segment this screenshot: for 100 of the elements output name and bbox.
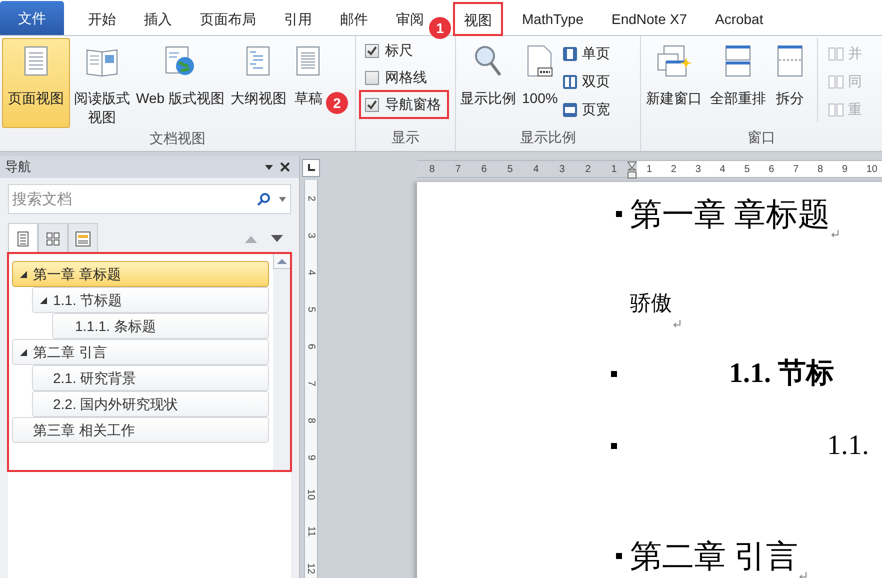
outline-item[interactable]: 第一章 章标题 <box>12 261 269 287</box>
view-tab[interactable] <box>38 223 68 253</box>
checkbox-label: 导航窗格 <box>385 95 441 114</box>
checkbox[interactable] <box>365 44 379 58</box>
outline-item[interactable]: 2.2. 国内外研究现状 <box>32 391 269 417</box>
zoom-button[interactable]: 100% <box>520 38 560 109</box>
outline-item[interactable]: 第三章 相关工作 <box>12 417 269 443</box>
ruler-number: 1 <box>646 162 652 176</box>
ruler-number: 9 <box>304 454 318 460</box>
expanded-triangle-icon <box>20 270 26 278</box>
ruler-number: 7 <box>304 380 318 386</box>
bullet-marker <box>611 443 617 449</box>
ribbon-tab[interactable]: 文件 <box>0 1 64 35</box>
ribbon-tab[interactable]: 插入 <box>140 3 176 35</box>
ribbon-tab[interactable]: 引用 <box>280 3 316 35</box>
highlight-frame <box>453 2 503 36</box>
ruler-number: 1 <box>611 162 617 176</box>
group-label: 文档视图 <box>150 129 206 148</box>
window-option-icon <box>828 74 844 88</box>
ribbon-tab[interactable]: 审阅 <box>392 3 428 35</box>
view-button[interactable]: 阅读版式 视图 <box>72 38 132 128</box>
ribbon-tab[interactable]: Acrobat <box>710 3 768 35</box>
ruler-number: 2 <box>670 162 676 176</box>
expanded-triangle-icon <box>40 296 46 304</box>
ruler-number: 3 <box>695 162 701 176</box>
ruler-number: 12 <box>304 562 318 574</box>
heading-text: 1.1. 节标 <box>729 357 834 391</box>
search-field[interactable]: 搜索文档 <box>8 184 291 214</box>
ruler-number: 5 <box>744 162 750 176</box>
paragraph-mark-icon <box>673 320 681 328</box>
check-icon <box>367 100 377 110</box>
checkbox-label: 标尺 <box>385 41 413 60</box>
close-icon <box>280 162 290 172</box>
ruler-number: 4 <box>304 270 318 276</box>
previous-arrow-icon <box>245 235 257 243</box>
outline-item[interactable]: 2.1. 研究背景 <box>32 365 269 391</box>
ribbon-tab[interactable]: MathType <box>518 3 588 35</box>
heading-text: 第一章 章标题 <box>630 195 830 234</box>
check-icon <box>367 46 377 56</box>
ribbon-tab[interactable]: 开始 <box>84 3 120 35</box>
page-width-icon <box>562 102 578 118</box>
tab-selector[interactable] <box>302 159 320 177</box>
heading-text: 第二章 引言 <box>630 537 798 576</box>
outline-item[interactable]: 1.1. 节标题 <box>32 287 269 313</box>
view-button[interactable]: 页面视图 <box>2 38 70 128</box>
window-option-icon <box>828 46 844 60</box>
dropdown-arrow-icon <box>264 163 274 171</box>
ruler-number: 4 <box>720 162 726 176</box>
ruler-number: 9 <box>842 162 848 176</box>
dropdown-arrow-icon <box>279 197 286 202</box>
ruler-number: 5 <box>507 162 513 176</box>
ruler-number: 6 <box>768 162 774 176</box>
checkbox-label: 网格线 <box>385 68 427 87</box>
ruler-number: 5 <box>304 306 318 312</box>
ruler-number: 10 <box>866 162 878 176</box>
page-layout-button[interactable]: 双页 <box>562 70 610 93</box>
window-option-icon <box>828 102 844 116</box>
page-layout-button[interactable]: 页宽 <box>562 98 610 121</box>
bullet-marker <box>616 211 622 217</box>
step-number: 2 <box>326 92 348 114</box>
step-number: 1 <box>429 17 451 39</box>
view-button[interactable]: 草稿 <box>290 38 326 128</box>
ruler-number: 11 <box>304 526 318 537</box>
window-button[interactable]: 全部重排 <box>707 38 769 109</box>
ruler-number: 4 <box>533 162 539 176</box>
heading-text: 1.1. <box>827 429 869 463</box>
indent-marker-icon <box>627 161 637 179</box>
pane-title: 导航 <box>5 158 32 176</box>
ruler-number: 8 <box>304 418 318 424</box>
view-button[interactable]: Web 版式视图 <box>134 38 226 128</box>
ribbon-tab[interactable]: 页面布局 <box>196 3 260 35</box>
checkbox[interactable] <box>365 98 379 112</box>
paragraph-mark-icon <box>831 230 839 238</box>
magnifier-icon <box>472 44 504 78</box>
ruler-number: 2 <box>304 196 318 202</box>
single-page-icon <box>562 46 578 62</box>
paragraph-mark-icon <box>799 572 807 578</box>
ribbon-tab[interactable]: 邮件 <box>336 3 372 35</box>
heading-list-icon <box>16 230 30 246</box>
view-button[interactable]: 大纲视图 <box>228 38 288 128</box>
outline-item[interactable]: 第二章 引言 <box>12 339 269 365</box>
group-label: 显示 <box>392 128 420 147</box>
bullet-marker <box>611 371 617 377</box>
window-button[interactable]: 新建窗口 <box>643 38 705 109</box>
group-label: 显示比例 <box>520 128 576 147</box>
bullet-marker <box>616 553 622 559</box>
new-window-icon <box>656 44 692 78</box>
search-icon <box>257 192 271 206</box>
view-tab[interactable] <box>68 223 98 253</box>
window-button[interactable]: 拆分 <box>771 38 809 109</box>
view-tab[interactable] <box>8 223 38 253</box>
group-label: 窗口 <box>748 128 776 147</box>
outline-item[interactable]: 1.1.1. 条标题 <box>52 313 269 339</box>
ruler-number: 7 <box>455 162 461 176</box>
ruler-number: 2 <box>585 162 591 176</box>
zoom-button[interactable]: 显示比例 <box>458 38 518 109</box>
tab-stop-icon <box>307 164 315 172</box>
checkbox[interactable] <box>365 70 379 84</box>
page-layout-button[interactable]: 单页 <box>562 42 610 65</box>
ribbon-tab[interactable]: EndNote X7 <box>607 3 691 35</box>
